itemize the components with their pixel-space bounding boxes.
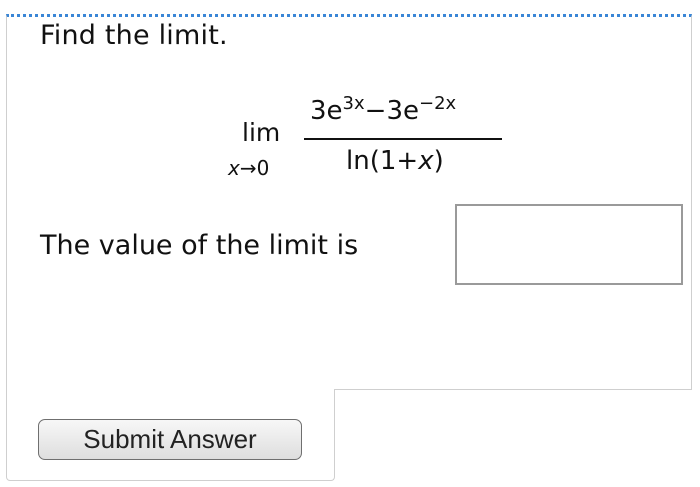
limit-subscript: x→0 — [228, 156, 269, 180]
limit-value: 0 — [256, 156, 270, 180]
denominator-variable: x — [418, 146, 434, 176]
denominator-func: ln(1+ — [346, 146, 419, 176]
numerator-exp2: −2x — [419, 93, 457, 114]
numerator-term1: 3e — [310, 96, 343, 126]
question-prompt: Find the limit. — [40, 20, 228, 51]
numerator-exp1: 3x — [342, 93, 365, 114]
denominator-close: ) — [433, 146, 444, 176]
fraction-bar — [304, 138, 502, 140]
panel-divider — [334, 389, 692, 390]
numerator-term2: 3e — [386, 96, 419, 126]
submit-answer-button[interactable]: Submit Answer — [38, 419, 302, 460]
limit-arrow: → — [239, 156, 257, 180]
limit-expression: lim x→0 3e3x−3e−2x ln(1+x) — [228, 88, 518, 188]
limit-operator: lim — [242, 118, 281, 147]
denominator: ln(1+x) — [346, 146, 444, 176]
answer-label: The value of the limit is — [40, 230, 359, 261]
numerator-minus: − — [364, 96, 387, 126]
limit-variable: x — [228, 156, 240, 180]
answer-input[interactable] — [455, 204, 683, 285]
question-panel — [6, 14, 692, 390]
numerator: 3e3x−3e−2x — [310, 93, 457, 126]
